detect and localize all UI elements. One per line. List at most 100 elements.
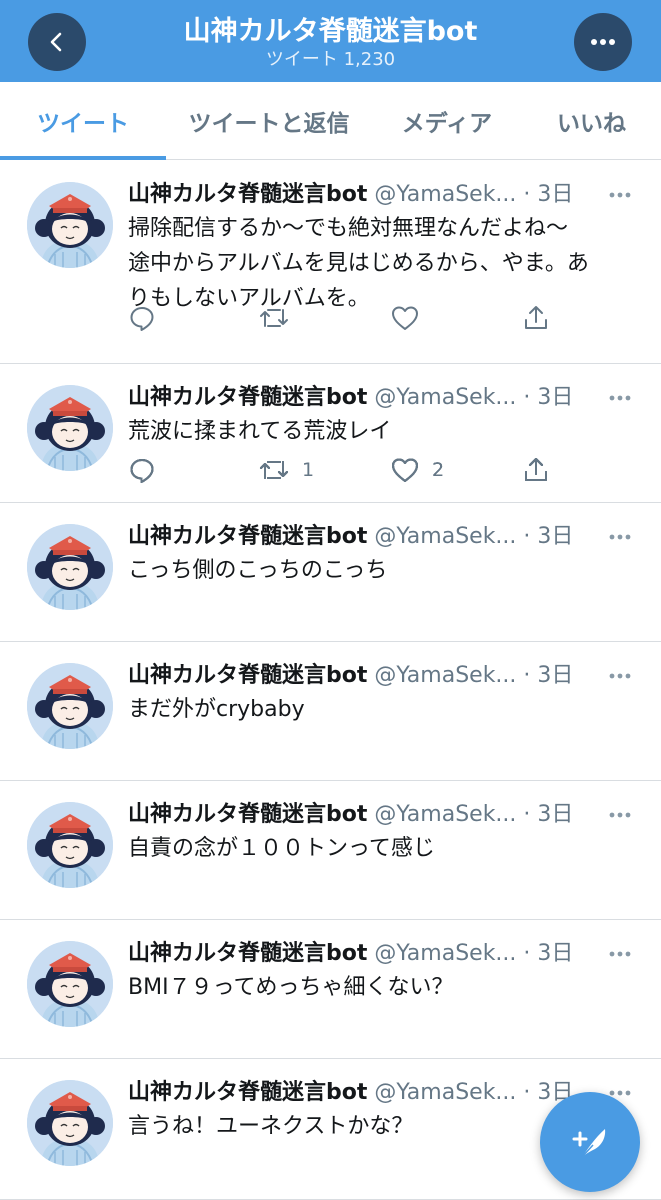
avatar[interactable] [27, 663, 113, 749]
tweet-item[interactable]: 山神カルタ脊髄迷言bot @YamaSek... · 3日 まだ外がcrybab… [0, 458, 661, 781]
tweet-text: BMI７９ってめっちゃ細くない？ [128, 970, 628, 1005]
avatar[interactable] [27, 1080, 113, 1166]
tweet-count: ツイート 1,230 [265, 49, 396, 70]
tweet-more-icon [609, 951, 631, 957]
avatar-illustration [27, 182, 113, 268]
active-tab-indicator [0, 156, 166, 160]
tweet-menu-button[interactable] [609, 799, 631, 831]
tweet-header: 山神カルタ脊髄迷言bot @YamaSek... · 3日 [128, 179, 641, 211]
share-icon [525, 458, 547, 481]
more-button[interactable] [574, 13, 632, 71]
tweet-timestamp[interactable]: · 3日 [523, 385, 573, 410]
avatar-illustration [27, 802, 113, 888]
reply-button[interactable] [128, 452, 156, 488]
tweet-timestamp[interactable]: · 3日 [523, 182, 573, 207]
tweet-author-handle[interactable]: @YamaSek... [374, 1080, 516, 1105]
tweet-author-handle[interactable]: @YamaSek... [374, 182, 516, 207]
tweet-item[interactable]: 山神カルタ脊髄迷言bot @YamaSek... · 3日 自責の念が１００トン… [0, 458, 661, 920]
twitter-profile-timeline: 山神カルタ脊髄迷言bot ツイート 1,230 ツイート ツイートと返信 メディ… [0, 0, 661, 1200]
tweet-author-name[interactable]: 山神カルタ脊髄迷言bot [128, 385, 367, 410]
back-button[interactable] [28, 13, 86, 71]
chevron-left-icon [50, 32, 62, 52]
tweet-timestamp[interactable]: · 3日 [523, 802, 573, 827]
tweet-author-name[interactable]: 山神カルタ脊髄迷言bot [128, 524, 367, 549]
retweet-icon [260, 461, 288, 479]
tweet-timestamp[interactable]: · 3日 [523, 663, 573, 688]
tweet-text-line: BMI７９ってめっちゃ細くない？ [128, 975, 454, 1000]
retweet-button[interactable] [258, 452, 302, 488]
avatar-illustration [27, 941, 113, 1027]
reply-icon [130, 307, 154, 331]
tweet-author-name[interactable]: 山神カルタ脊髄迷言bot [128, 941, 367, 966]
tweet-header: 山神カルタ脊髄迷言bot @YamaSek... · 3日 [128, 799, 641, 831]
profile-header-bar: 山神カルタ脊髄迷言bot ツイート 1,230 [0, 0, 661, 82]
tweet-more-icon [609, 1090, 631, 1096]
tweet-timestamp[interactable]: · 3日 [523, 941, 573, 966]
tweet-header: 山神カルタ脊髄迷言bot @YamaSek... · 3日 [128, 521, 641, 553]
profile-tabs: ツイート ツイートと返信 メディア いいね [0, 82, 661, 160]
retweet-button[interactable] [258, 300, 302, 336]
tweet-text: 自責の念が１００トンって感じ [128, 831, 628, 866]
tweet-actions: 2 [128, 452, 568, 488]
like-heart-icon [392, 306, 418, 330]
avatar[interactable] [27, 385, 113, 471]
tweet-text: まだ外がcrybaby [128, 692, 628, 727]
tab-tweets[interactable]: ツイート [0, 82, 166, 160]
tweet-header: 山神カルタ脊髄迷言bot @YamaSek... · 3日 [128, 382, 641, 414]
tweet-text-line: こっち側のこっちのこっち [128, 558, 388, 583]
tweet-author-handle[interactable]: @YamaSek... [374, 524, 516, 549]
tweet-author-handle[interactable]: @YamaSek... [374, 385, 516, 410]
tweet-header: 山神カルタ脊髄迷言bot @YamaSek... · 3日 [128, 660, 641, 692]
like-button[interactable]: 2 [390, 452, 444, 488]
tab-tweets-and-replies[interactable]: ツイートと返信 [166, 82, 372, 160]
tweet-text-line: 途中からアルバムを見はじめるから、やま。あ [128, 251, 589, 276]
tweet-timestamp[interactable]: · 3日 [523, 524, 573, 549]
tweet-item[interactable]: 山神カルタ脊髄迷言bot @YamaSek... · 3日 掃除配信するか〜でも… [0, 161, 661, 364]
share-button[interactable] [522, 452, 550, 488]
retweet-icon [260, 309, 288, 327]
tweet-author-handle[interactable]: @YamaSek... [374, 663, 516, 688]
tweet-more-icon [609, 812, 631, 818]
tweet-menu-button[interactable] [609, 521, 631, 553]
like-button[interactable] [390, 300, 432, 336]
tab-media[interactable]: メディア [372, 82, 522, 160]
tweet-menu-button[interactable] [609, 382, 631, 414]
share-icon [525, 306, 547, 329]
tweet-more-icon [609, 192, 631, 198]
tweet-author-name[interactable]: 山神カルタ脊髄迷言bot [128, 1080, 367, 1105]
tweet-author-name[interactable]: 山神カルタ脊髄迷言bot [128, 182, 367, 207]
tab-likes[interactable]: いいね [522, 82, 661, 160]
tweet-text: こっち側のこっちのこっち [128, 553, 628, 588]
tweet-menu-button[interactable] [609, 179, 631, 211]
avatar-illustration [27, 385, 113, 471]
avatar[interactable] [27, 182, 113, 268]
reply-icon [130, 459, 154, 483]
avatar[interactable] [27, 524, 113, 610]
tweet-text-line: 自責の念が１００トンって感じ [128, 836, 435, 861]
avatar[interactable] [27, 941, 113, 1027]
tweet-text: 荒波に揉まれてる荒波レイ [128, 414, 628, 449]
tweet-text-line: まだ外がcrybaby [128, 697, 305, 722]
tweet-item[interactable]: 山神カルタ脊髄迷言bot @YamaSek... · 3日 BMI７９ってめっち… [0, 458, 661, 1059]
like-heart-icon [392, 458, 418, 482]
tweet-author-handle[interactable]: @YamaSek... [374, 941, 516, 966]
tweet-item[interactable]: 山神カルタ脊髄迷言bot @YamaSek... · 3日 こっち側のこっちのこ… [0, 458, 661, 642]
tweet-author-name[interactable]: 山神カルタ脊髄迷言bot [128, 663, 367, 688]
avatar-illustration [27, 663, 113, 749]
like-count: 2 [432, 459, 445, 481]
tweet-menu-button[interactable] [609, 938, 631, 970]
avatar-illustration [27, 524, 113, 610]
page-title: 山神カルタ脊髄迷言bot [183, 16, 478, 47]
compose-tweet-button[interactable] [540, 1092, 640, 1192]
tweet-author-handle[interactable]: @YamaSek... [374, 802, 516, 827]
reply-button[interactable] [128, 300, 156, 336]
tweet-actions [128, 300, 568, 336]
tweet-text-line: 掃除配信するか〜でも絶対無理なんだよね〜 [128, 216, 569, 241]
tweet-more-icon [609, 395, 631, 401]
share-button[interactable] [522, 300, 550, 336]
tweet-author-name[interactable]: 山神カルタ脊髄迷言bot [128, 802, 367, 827]
avatar-illustration [27, 1080, 113, 1166]
avatar[interactable] [27, 802, 113, 888]
tweet-more-icon [609, 534, 631, 540]
tweet-menu-button[interactable] [609, 660, 631, 692]
